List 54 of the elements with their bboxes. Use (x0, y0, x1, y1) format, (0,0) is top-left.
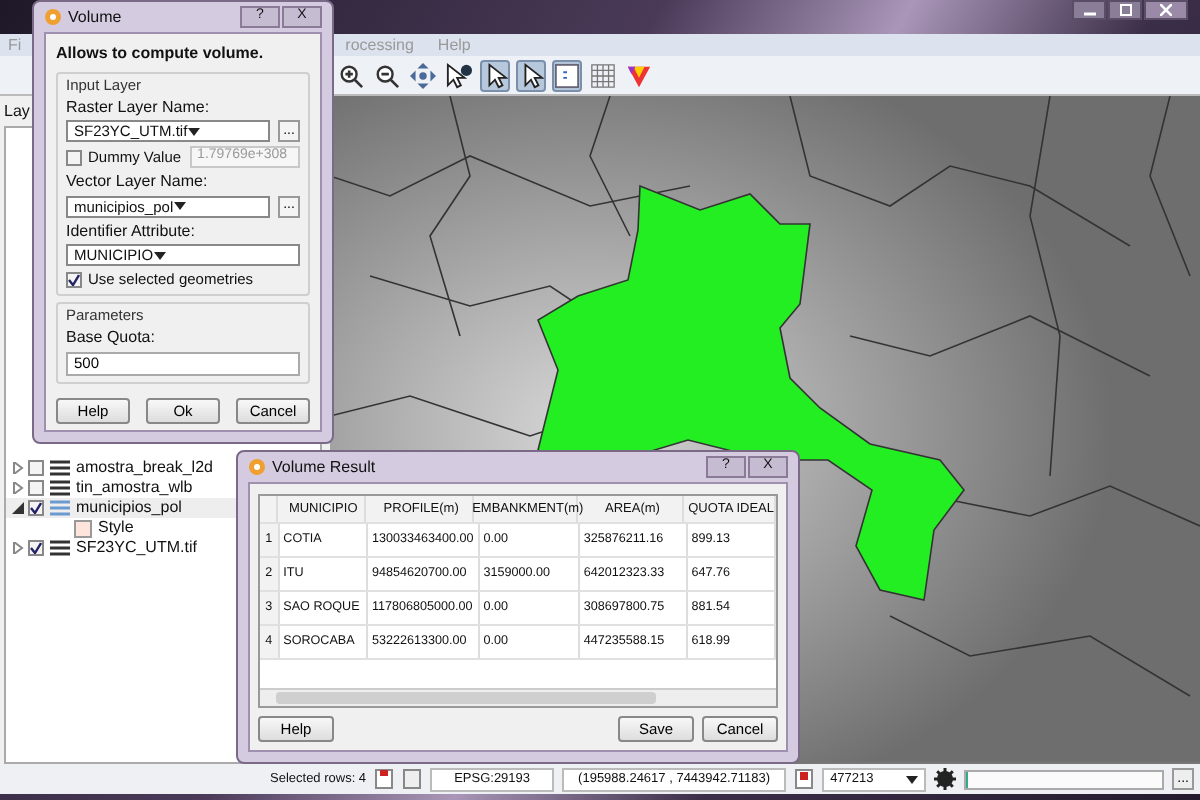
horizontal-scrollbar[interactable] (260, 688, 776, 706)
dialog-title: Volume Result (272, 457, 376, 477)
toolbar-button[interactable] (444, 59, 474, 91)
zoom-in-icon (338, 61, 364, 89)
layer-checkbox[interactable] (28, 460, 44, 476)
maximize-icon (1119, 4, 1131, 16)
caret-icon (153, 251, 166, 260)
render-toggle-icon[interactable] (794, 768, 815, 790)
toolbar-button[interactable] (516, 59, 546, 91)
pan-arrows-icon (410, 61, 436, 89)
maximize-button[interactable] (1108, 0, 1142, 20)
gear-icon[interactable] (934, 768, 957, 790)
layer-stack-icon (48, 499, 72, 517)
layer-checkbox[interactable] (28, 540, 44, 556)
checkmark-icon (30, 542, 42, 554)
layer-style-label[interactable]: Style (98, 518, 134, 538)
grid-icon (590, 61, 616, 89)
checkbox[interactable] (66, 149, 82, 166)
minimize-button[interactable] (1072, 0, 1106, 20)
field-label: Vector Layer Name: (66, 172, 210, 192)
color-palette-icon (626, 61, 652, 89)
layer-checkbox[interactable] (28, 500, 44, 516)
expand-triangle-icon[interactable] (12, 462, 24, 474)
collapse-triangle-icon[interactable] (12, 502, 24, 514)
panel-title: Lay (4, 102, 30, 124)
zoom-out-icon (374, 61, 400, 89)
field-label: Raster Layer Name: (66, 97, 212, 117)
caret-icon (173, 202, 186, 211)
checkmark-icon (30, 502, 42, 514)
layer-name[interactable]: tin_amostra_wlb (76, 478, 193, 498)
identify-cursor-icon (446, 61, 472, 89)
dialog-heading: Allows to compute volume. (56, 44, 266, 64)
field-label: Base Quota: (66, 328, 157, 348)
close-button[interactable] (1144, 0, 1188, 20)
caret-icon (187, 127, 200, 136)
close-icon (1160, 4, 1172, 16)
app-icon (44, 8, 62, 26)
expand-triangle-icon[interactable] (12, 482, 24, 494)
layer-stack-icon (48, 479, 72, 497)
field-label: Identifier Attribute: (66, 221, 197, 241)
toolbar-button[interactable] (480, 59, 510, 91)
expand-triangle-icon[interactable] (12, 542, 24, 554)
checkmark-icon (68, 273, 80, 286)
layer-checkbox[interactable] (28, 480, 44, 496)
layer-name[interactable]: amostra_break_l2d (76, 458, 213, 478)
caret-icon (906, 775, 919, 783)
layer-name[interactable]: SF23YC_UTM.tif (76, 538, 197, 558)
checkbox[interactable] (66, 271, 82, 288)
app-icon (248, 458, 266, 476)
style-swatch (74, 519, 92, 537)
layer-stack-icon (48, 539, 72, 557)
layer-stack-icon (48, 459, 72, 477)
table-icon (554, 61, 580, 89)
dialog-title: Volume (68, 7, 122, 27)
